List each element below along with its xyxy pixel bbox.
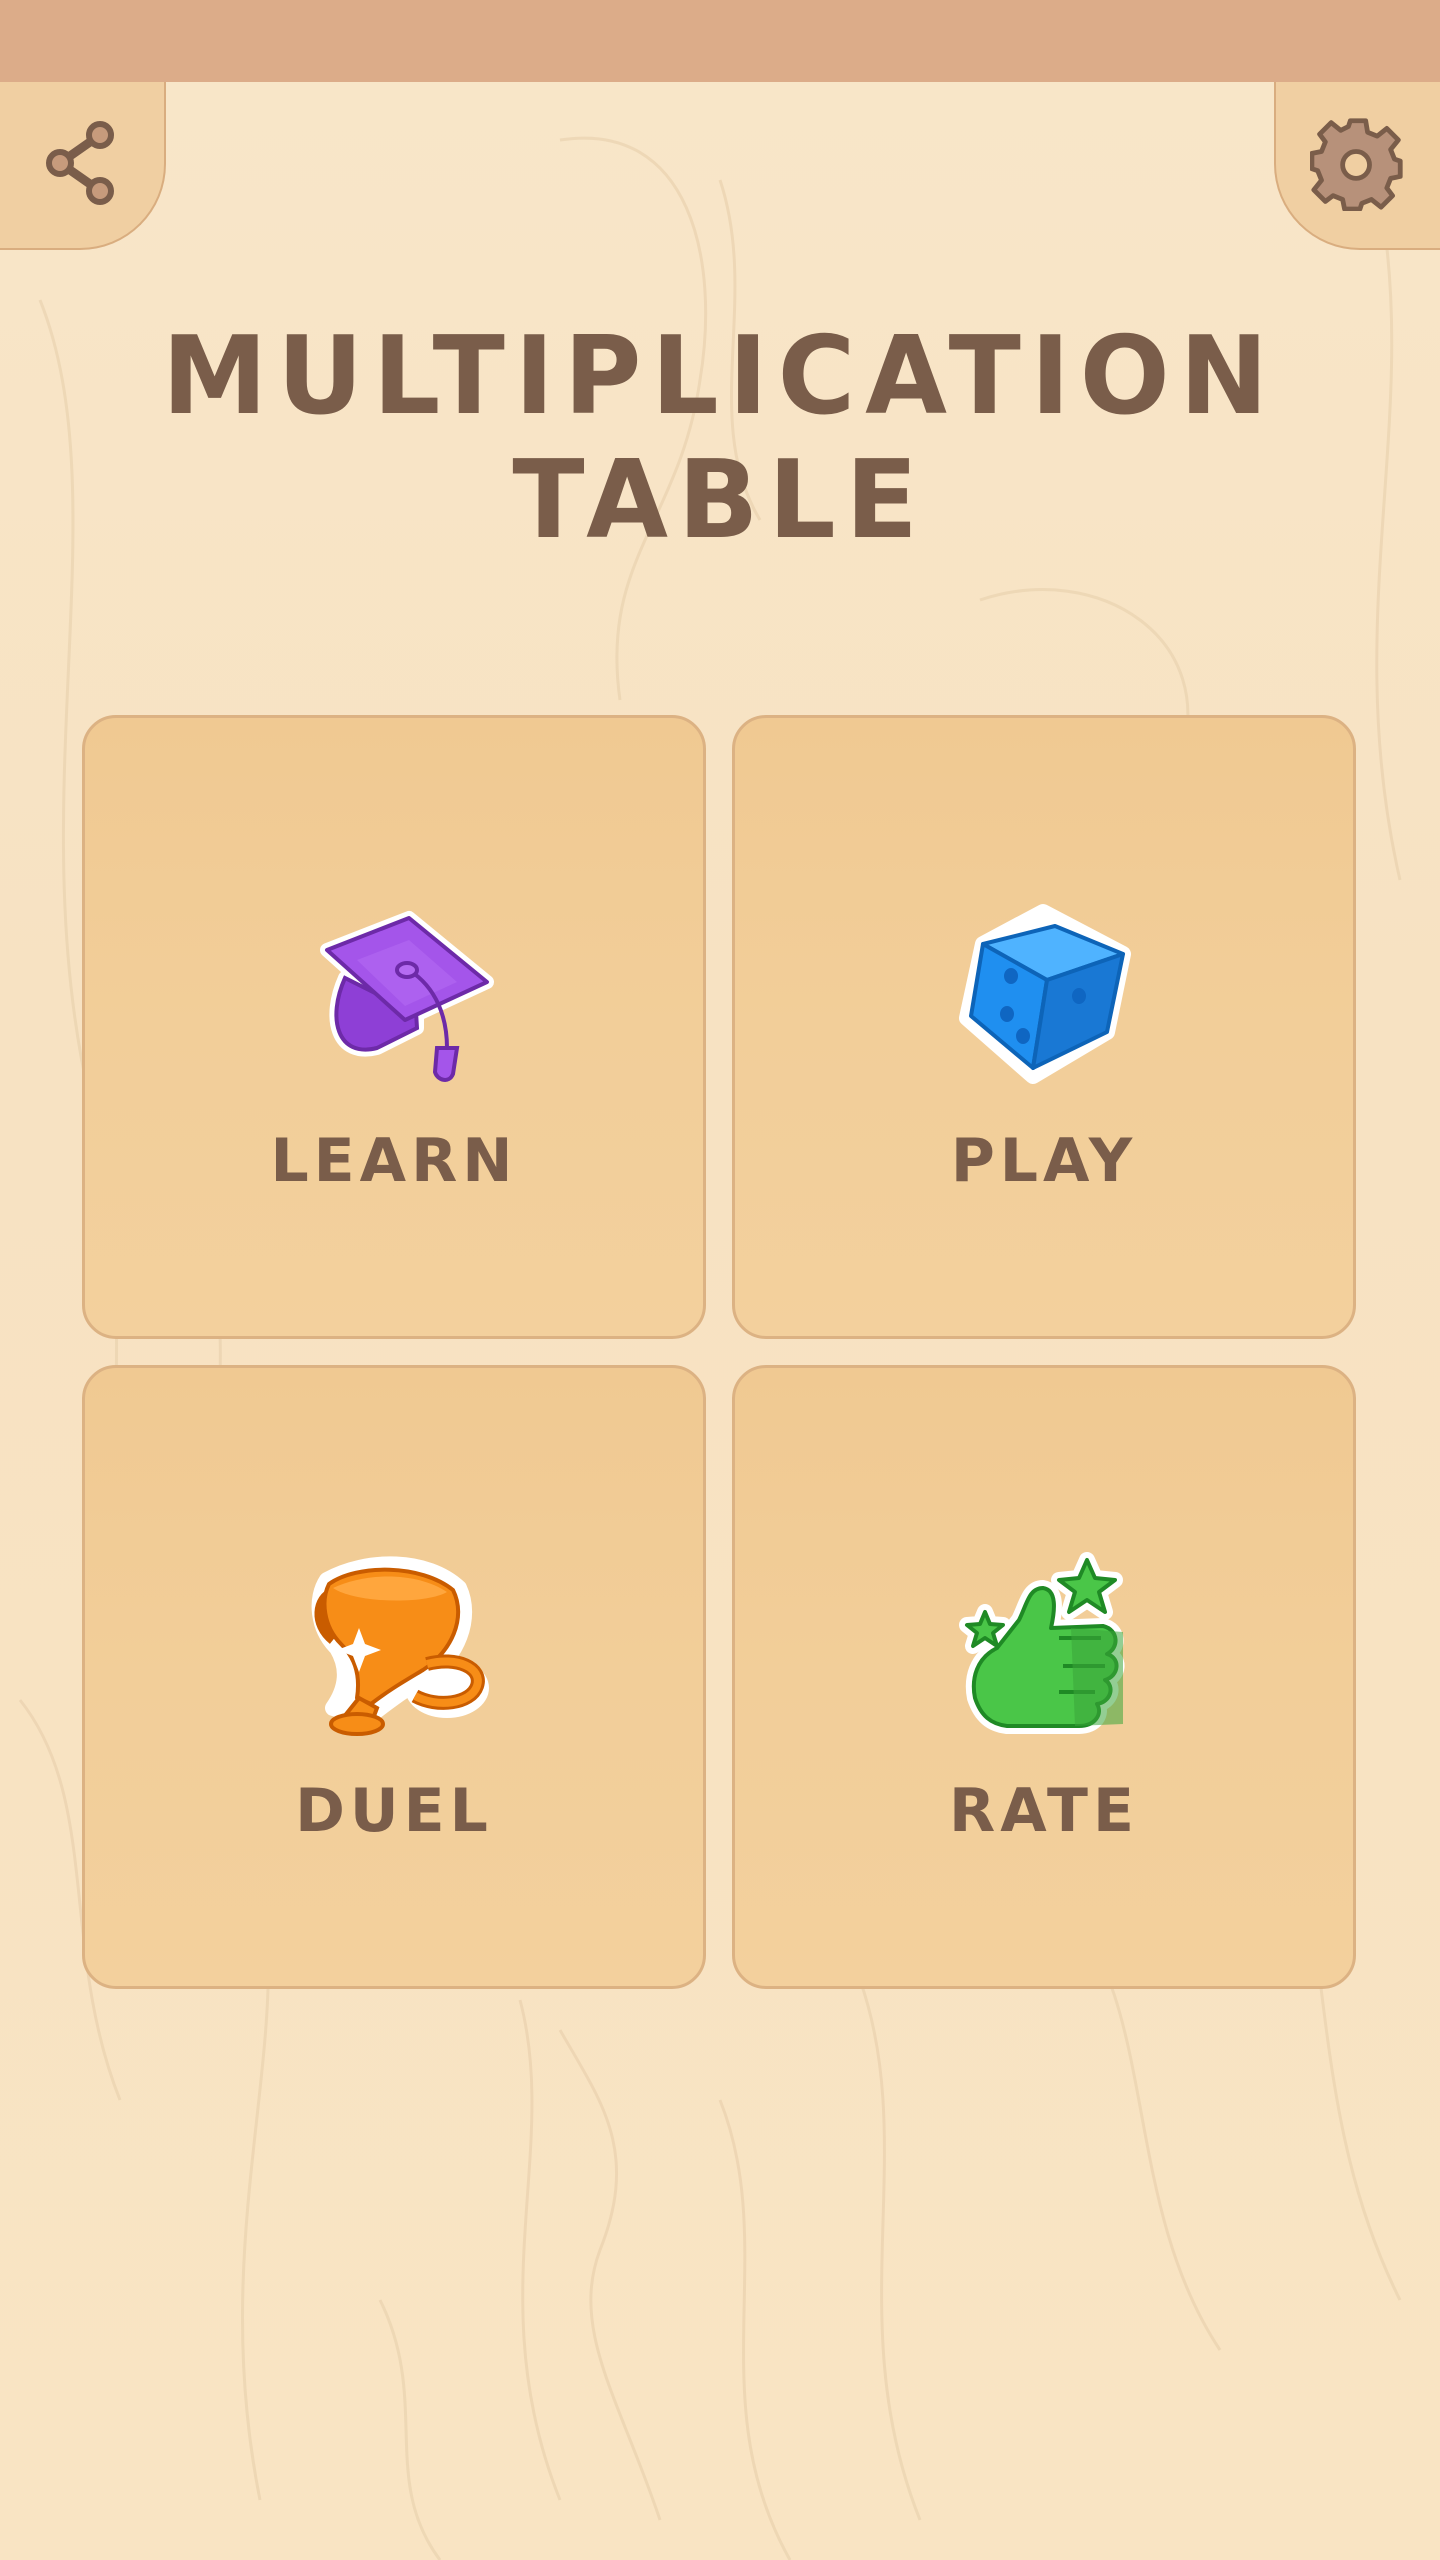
learn-button[interactable]: LEARN <box>82 715 706 1339</box>
graduation-cap-icon <box>297 898 497 1098</box>
duel-label: DUEL <box>295 1776 493 1846</box>
rate-button[interactable]: RATE <box>732 1365 1356 1989</box>
play-label: PLAY <box>950 1126 1138 1196</box>
status-bar <box>0 0 1440 82</box>
play-button[interactable]: PLAY <box>732 715 1356 1339</box>
share-icon <box>42 115 122 215</box>
app-title: MULTIPLICATION TABLE <box>14 315 1425 563</box>
thumbs-up-icon <box>947 1548 1147 1748</box>
duel-button[interactable]: DUEL <box>82 1365 706 1989</box>
gear-icon <box>1309 115 1406 215</box>
dice-icon <box>947 898 1147 1098</box>
learn-label: LEARN <box>270 1126 518 1196</box>
settings-button[interactable] <box>1274 82 1440 250</box>
share-button[interactable] <box>0 82 166 250</box>
trophy-icon <box>297 1548 497 1748</box>
rate-label: RATE <box>949 1776 1139 1846</box>
title-line-1: MULTIPLICATION <box>162 314 1278 439</box>
main-menu-screen: MULTIPLICATION TABLE LEARN PLAY DUEL RAT… <box>0 0 1440 2560</box>
title-line-2: TABLE <box>512 438 928 563</box>
